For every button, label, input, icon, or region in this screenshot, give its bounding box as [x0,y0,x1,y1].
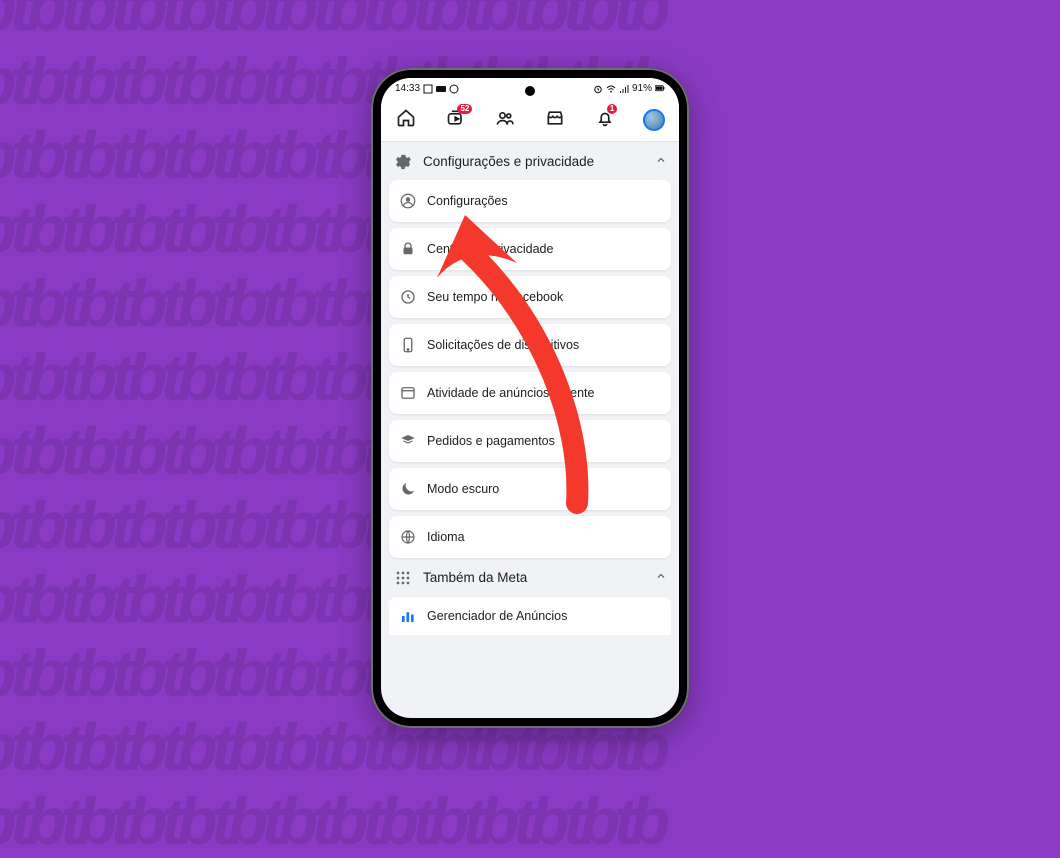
card-atividade-anuncios[interactable]: Atividade de anúncios recente [389,372,671,414]
card-solicitacoes-dispositivos[interactable]: Solicitações de dispositivos [389,324,671,366]
card-label: Idioma [427,530,465,544]
statusbar-wifi-icon [606,84,616,94]
card-label: Pedidos e pagamentos [427,434,555,448]
phone-screen: 14:33 [381,78,679,718]
phone-device-icon [399,336,417,354]
avatar-icon [643,109,665,131]
grid-dots-icon [393,568,413,588]
card-idioma[interactable]: Idioma [389,516,671,558]
tab-video[interactable]: 52 [431,100,481,141]
card-label: Central de Privacidade [427,242,553,256]
bars-chart-icon [399,607,417,625]
section-header-settings-label: Configurações e privacidade [423,154,594,169]
clock-icon [399,288,417,306]
top-nav: 52 1 [381,100,679,142]
tab-friends[interactable] [480,100,530,141]
phone-frame: 14:33 [371,68,689,728]
card-modo-escuro[interactable]: Modo escuro [389,468,671,510]
moon-icon [399,480,417,498]
activity-icon [399,384,417,402]
globe-icon [399,528,417,546]
bell-badge: 1 [607,104,617,114]
statusbar-battery-icon [655,84,665,94]
card-label: Modo escuro [427,482,499,496]
tab-home[interactable] [381,100,431,141]
card-configuracoes[interactable]: Configurações [389,180,671,222]
home-icon [396,108,416,133]
tab-menu[interactable] [629,100,679,141]
section-header-meta-label: Também da Meta [423,570,527,585]
statusbar-indicator-icon [423,84,433,94]
chevron-up-icon [655,570,667,585]
statusbar-notification-icon [436,84,446,94]
statusbar-battery-text: 91% [632,83,652,94]
friends-icon [495,108,515,133]
chevron-up-icon [655,154,667,169]
section-header-settings[interactable]: Configurações e privacidade [381,142,679,180]
card-label: Atividade de anúncios recente [427,386,594,400]
card-icon [399,432,417,450]
statusbar-signal-icon [619,84,629,94]
settings-card-list: Configurações Central de Privacidade Seu… [381,180,679,558]
card-seu-tempo[interactable]: Seu tempo no Facebook [389,276,671,318]
statusbar-alarm-icon [593,84,603,94]
tab-marketplace[interactable] [530,100,580,141]
meta-item-label: Gerenciador de Anúncios [427,609,567,623]
section-header-meta[interactable]: Também da Meta [381,558,679,596]
card-label: Seu tempo no Facebook [427,290,563,304]
meta-item-gerenciador-anuncios[interactable]: Gerenciador de Anúncios [389,596,671,635]
card-pedidos-pagamentos[interactable]: Pedidos e pagamentos [389,420,671,462]
card-central-privacidade[interactable]: Central de Privacidade [389,228,671,270]
video-badge: 52 [457,104,472,114]
statusbar-app-icon [449,84,459,94]
user-gear-icon [399,192,417,210]
camera-hole [525,86,535,96]
lock-icon [399,240,417,258]
gear-icon [393,152,413,172]
card-label: Solicitações de dispositivos [427,338,579,352]
tab-notifications[interactable]: 1 [580,100,630,141]
marketplace-icon [545,108,565,133]
card-label: Configurações [427,194,508,208]
statusbar-time: 14:33 [395,83,420,94]
